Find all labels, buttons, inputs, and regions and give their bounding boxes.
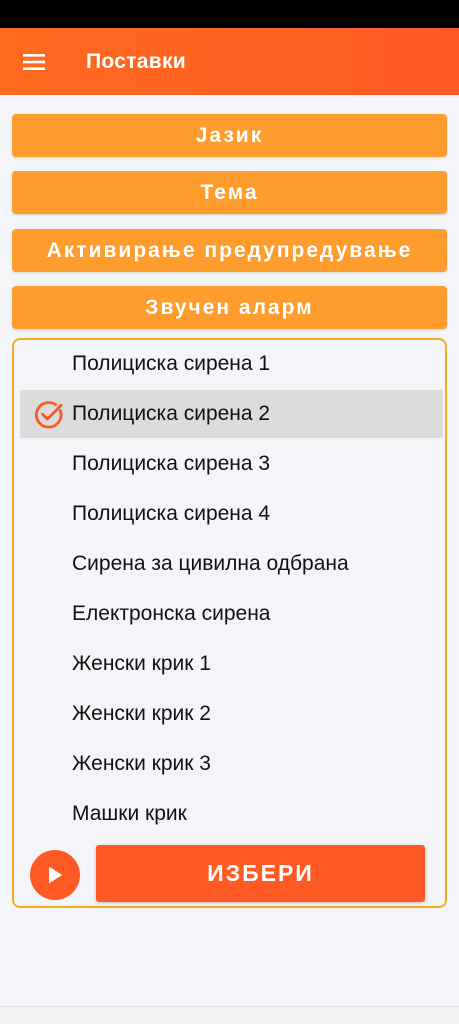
sound-item[interactable]: Машки крик [20, 790, 443, 838]
alert-activation-button[interactable]: Активирање предупредување [12, 229, 447, 272]
sound-item-label: Електронска сирена [72, 602, 271, 625]
language-button[interactable]: Јазик [12, 114, 447, 157]
sound-item-label: Женски крик 3 [72, 752, 211, 775]
sound-item[interactable]: Електронска сирена [20, 590, 443, 638]
page-title: Поставки [86, 49, 187, 73]
sound-item[interactable]: Женски крик 2 [20, 690, 443, 738]
navigation-bar [0, 1006, 459, 1024]
sound-item-label: Машки крик [72, 802, 187, 825]
sound-item[interactable]: Сирена за цивилна одбрана [20, 540, 443, 588]
sound-alarm-button[interactable]: Звучен аларм [12, 286, 447, 329]
play-icon [49, 866, 62, 884]
app-bar: Поставки [0, 28, 459, 95]
theme-button[interactable]: Тема [12, 171, 447, 214]
sound-item[interactable]: Полициска сирена 3 [20, 440, 443, 488]
sound-item[interactable]: Полициска сирена 4 [20, 490, 443, 538]
sound-item[interactable]: Женски крик 3 [20, 740, 443, 788]
sound-item-selected[interactable]: Полициска сирена 2 [20, 390, 443, 438]
sound-item[interactable]: Полициска сирена 1 [20, 340, 443, 388]
status-bar [0, 0, 459, 28]
sound-item-label: Полициска сирена 4 [72, 502, 271, 525]
sound-item-label: Сирена за цивилна одбрана [72, 552, 349, 575]
sound-item-label: Женски крик 2 [72, 702, 211, 725]
sound-item-label: Полициска сирена 3 [72, 452, 271, 475]
menu-button[interactable] [0, 28, 70, 95]
play-preview-button[interactable] [30, 850, 80, 900]
sound-picker-panel: Полициска сирена 1 Полициска сирена 2 По… [12, 338, 447, 908]
hamburger-icon [23, 53, 45, 70]
sound-item-label: Женски крик 1 [72, 652, 211, 675]
select-button[interactable]: ИЗБЕРИ [96, 845, 425, 902]
checkmark-circle-icon [35, 401, 63, 429]
sound-item[interactable]: Женски крик 1 [20, 640, 443, 688]
sound-item-label: Полициска сирена 1 [72, 352, 271, 375]
sound-item-label: Полициска сирена 2 [72, 402, 271, 425]
